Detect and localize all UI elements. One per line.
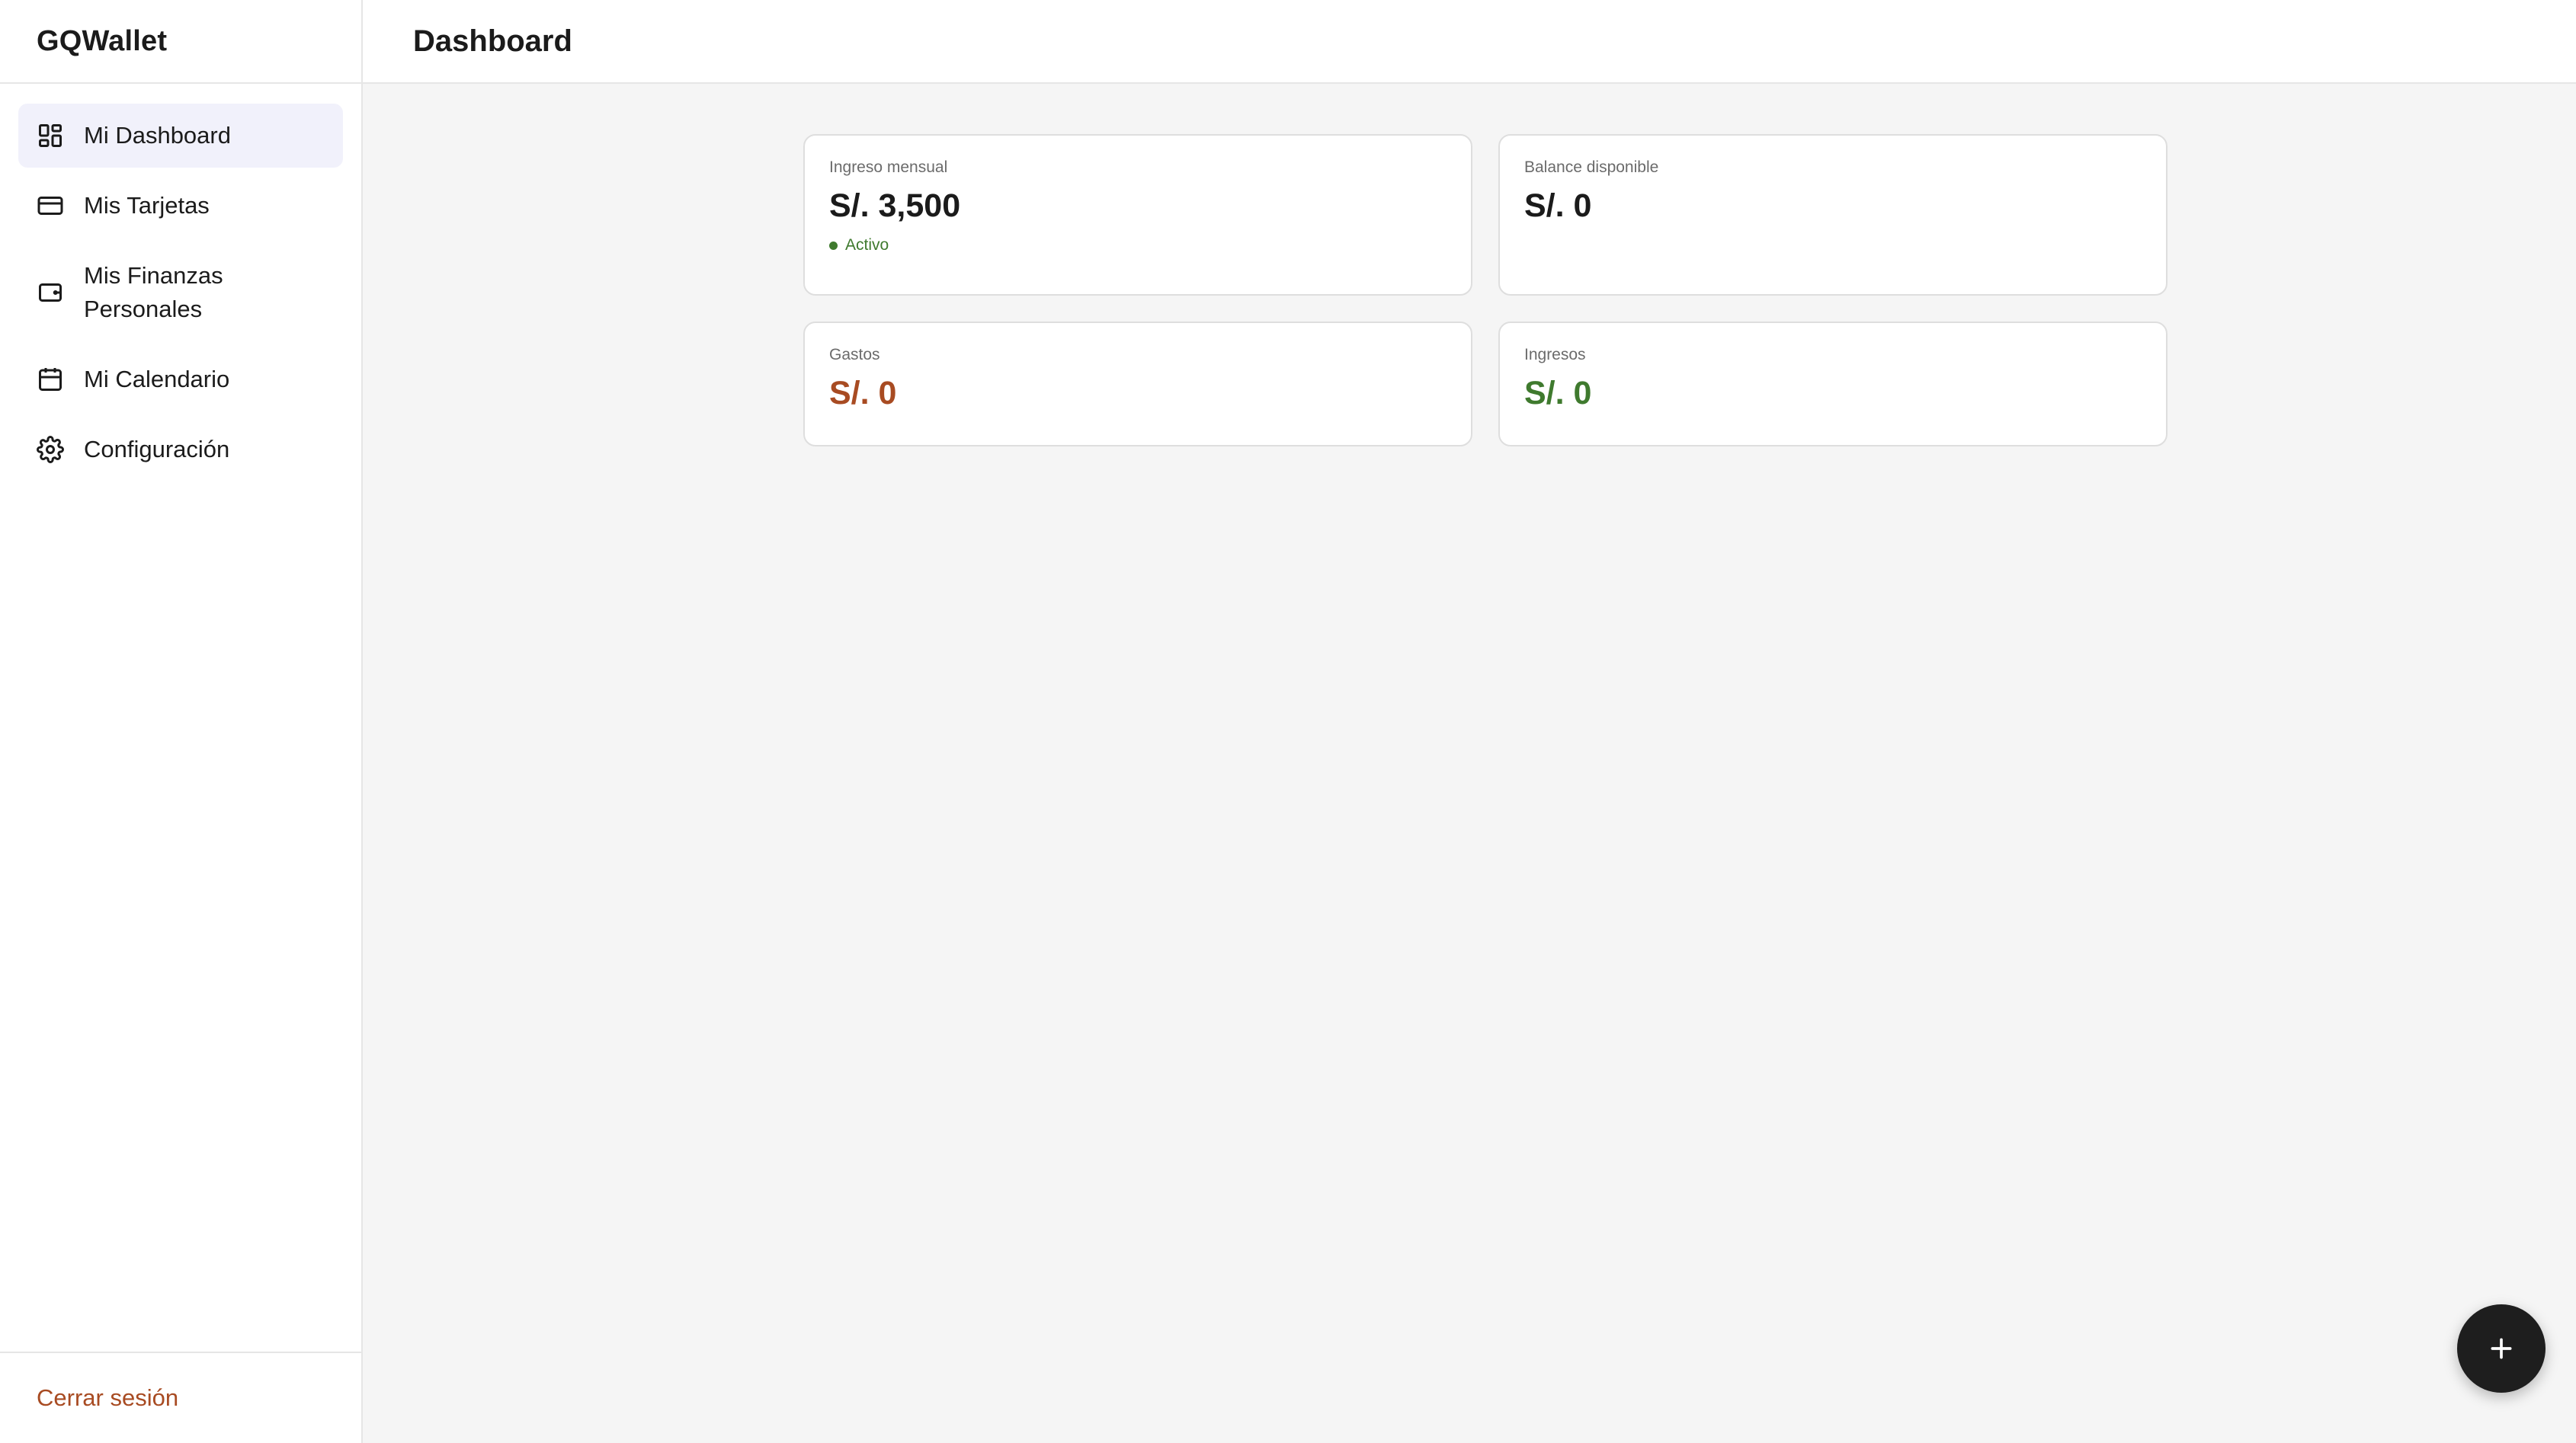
credit-card-icon [37, 197, 63, 215]
sidebar-item-label: Mis Finanzas Personales [84, 262, 223, 322]
sidebar-nav: Mi Dashboard Mis Tarjetas Mis Finanzas P… [0, 84, 361, 482]
summary-cards: Ingreso mensual S/. 3,500 Activo Balance… [803, 134, 2167, 446]
expenses-card: Gastos S/. 0 [803, 322, 1472, 446]
add-floating-button[interactable] [2457, 1304, 2546, 1393]
card-label: Gastos [829, 346, 880, 363]
logout-link[interactable]: Cerrar sesión [37, 1384, 178, 1412]
card-value: S/. 0 [829, 375, 897, 411]
sidebar-item-label: Mi Calendario [84, 366, 230, 392]
sidebar-item-configuracion[interactable]: Configuración [18, 418, 343, 482]
sidebar-item-finanzas[interactable]: Mis Finanzas Personales [18, 244, 343, 341]
card-value: S/. 3,500 [829, 187, 961, 224]
card-label: Balance disponible [1524, 158, 1659, 176]
sidebar-item-label: Configuración [84, 436, 230, 462]
income-card: Ingresos S/. 0 [1498, 322, 2167, 446]
main-content: Dashboard Ingreso mensual S/. 3,500 Acti… [363, 0, 2576, 1443]
sidebar-item-label: Mis Tarjetas [84, 192, 210, 219]
sidebar: GQWallet Mi Dashboard Mis Tarjetas Mis F… [0, 0, 363, 1443]
card-value: S/. 0 [1524, 375, 1592, 411]
monthly-income-card: Ingreso mensual S/. 3,500 Activo [803, 134, 1472, 296]
sidebar-header: GQWallet [0, 0, 361, 84]
sidebar-item-dashboard[interactable]: Mi Dashboard [18, 104, 343, 168]
status-badge: Activo [829, 236, 1447, 254]
dashboard-grid-icon [39, 124, 62, 147]
available-balance-card: Balance disponible S/. 0 [1498, 134, 2167, 296]
brand-logo-text: GQWallet [37, 24, 168, 57]
app-root: GQWallet Mi Dashboard Mis Tarjetas Mis F… [0, 0, 2576, 1443]
page-title: Dashboard [413, 24, 572, 58]
topbar: Dashboard [363, 0, 2576, 84]
calendar-icon [39, 368, 62, 391]
gear-icon [37, 436, 64, 463]
sidebar-item-tarjetas[interactable]: Mis Tarjetas [18, 174, 343, 238]
sidebar-item-label: Mi Dashboard [84, 122, 231, 149]
wallet-icon [39, 283, 62, 302]
status-dot-icon [829, 241, 838, 250]
card-label: Ingresos [1524, 346, 1586, 363]
card-label: Ingreso mensual [829, 158, 948, 176]
plus-icon [2491, 1338, 2512, 1359]
sidebar-footer: Cerrar sesión [0, 1352, 361, 1443]
status-text: Activo [845, 236, 889, 254]
sidebar-item-calendario[interactable]: Mi Calendario [18, 347, 343, 411]
card-value: S/. 0 [1524, 187, 1592, 224]
